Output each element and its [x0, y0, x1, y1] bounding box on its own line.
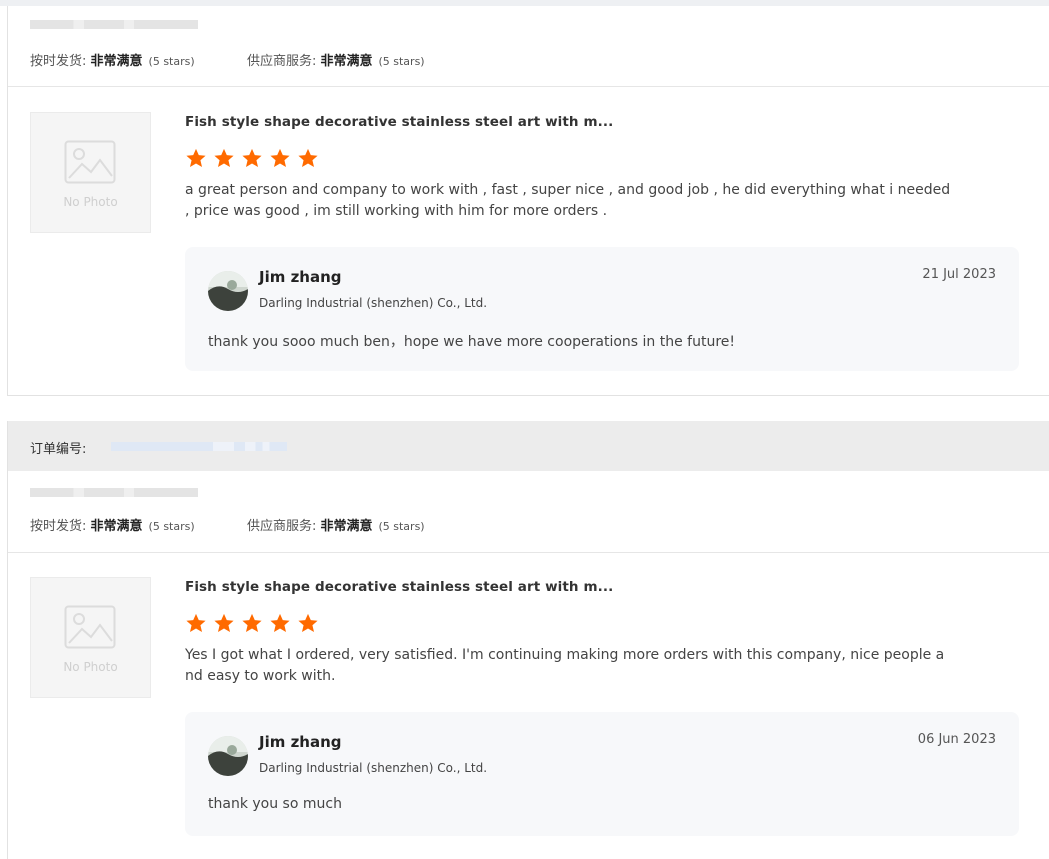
supplier-reply: Jim zhang Darling Industrial (shenzhen) … — [185, 247, 1019, 371]
star-icon — [298, 613, 318, 632]
review-card: 按时发货: 非常满意 (5 stars) 供应商服务: 非常满意 (5 stars)… — [7, 6, 1049, 396]
reply-date: 06 Jun 2023 — [917, 732, 996, 747]
reply-company: Darling Industrial (shenzhen) Co., Ltd. — [259, 296, 488, 310]
no-photo-text: No Photo — [63, 660, 118, 674]
product-title-link[interactable]: Fish style shape decorative stainless st… — [185, 579, 613, 595]
masked-order-number — [111, 442, 287, 451]
masked-buyer-info — [30, 488, 198, 497]
product-photo-placeholder[interactable]: No Photo — [30, 112, 151, 233]
star-icon — [242, 148, 262, 167]
divider — [8, 552, 1049, 553]
service-label: 供应商服务: — [246, 54, 321, 69]
service-label: 供应商服务: — [246, 519, 321, 534]
star-icon — [270, 613, 290, 632]
delivery-value: 非常满意 — [90, 519, 143, 534]
star-icon — [214, 148, 234, 167]
avatar — [208, 736, 248, 776]
reply-company: Darling Industrial (shenzhen) Co., Ltd. — [259, 761, 488, 775]
star-icon — [270, 148, 290, 167]
reply-date: 21 Jul 2023 — [922, 267, 996, 282]
star-icon — [186, 148, 206, 167]
delivery-stars: (5 stars) — [148, 520, 195, 533]
order-number-label: 订单编号: — [30, 442, 87, 457]
delivery-label: 按时发货: — [30, 519, 91, 534]
star-rating — [185, 613, 320, 633]
reply-author-name: Jim zhang — [259, 733, 342, 751]
reply-text: thank you so much — [208, 796, 342, 812]
delivery-stars: (5 stars) — [148, 55, 195, 68]
star-rating — [185, 148, 320, 168]
supplier-reply: Jim zhang Darling Industrial (shenzhen) … — [185, 712, 1019, 836]
delivery-label: 按时发货: — [30, 54, 91, 69]
review-text: Yes I got what I ordered, very satisfied… — [185, 645, 985, 687]
review-card: 按时发货: 非常满意 (5 stars) 供应商服务: 非常满意 (5 stars)… — [7, 471, 1049, 859]
service-stars: (5 stars) — [378, 520, 425, 533]
star-icon — [298, 148, 318, 167]
rating-summary: 按时发货: 非常满意 (5 stars) 供应商服务: 非常满意 (5 stars) — [30, 515, 425, 535]
no-photo-text: No Photo — [63, 195, 118, 209]
review-text: a great person and company to work with … — [185, 180, 985, 222]
product-photo-placeholder[interactable]: No Photo — [30, 577, 151, 698]
delivery-value: 非常满意 — [90, 54, 143, 69]
review-text-line: nd easy to work with. — [185, 668, 336, 684]
divider — [8, 86, 1049, 87]
review-text-line: a great person and company to work with … — [185, 182, 951, 198]
avatar — [208, 271, 248, 311]
service-value: 非常满意 — [320, 54, 373, 69]
product-title-link[interactable]: Fish style shape decorative stainless st… — [185, 114, 613, 130]
reply-author-name: Jim zhang — [259, 268, 342, 286]
review-text-line: Yes I got what I ordered, very satisfied… — [185, 647, 945, 663]
reply-text: thank you sooo much ben，hope we have mor… — [208, 334, 736, 350]
review-text-line: , price was good , im still working with… — [185, 203, 608, 219]
service-stars: (5 stars) — [378, 55, 425, 68]
star-icon — [186, 613, 206, 632]
rating-summary: 按时发货: 非常满意 (5 stars) 供应商服务: 非常满意 (5 stars) — [30, 50, 425, 70]
image-placeholder-icon — [64, 140, 116, 184]
masked-buyer-info — [30, 20, 198, 29]
star-icon — [242, 613, 262, 632]
order-number-bar: 订单编号: — [7, 421, 1049, 471]
star-icon — [214, 613, 234, 632]
image-placeholder-icon — [64, 605, 116, 649]
service-value: 非常满意 — [320, 519, 373, 534]
